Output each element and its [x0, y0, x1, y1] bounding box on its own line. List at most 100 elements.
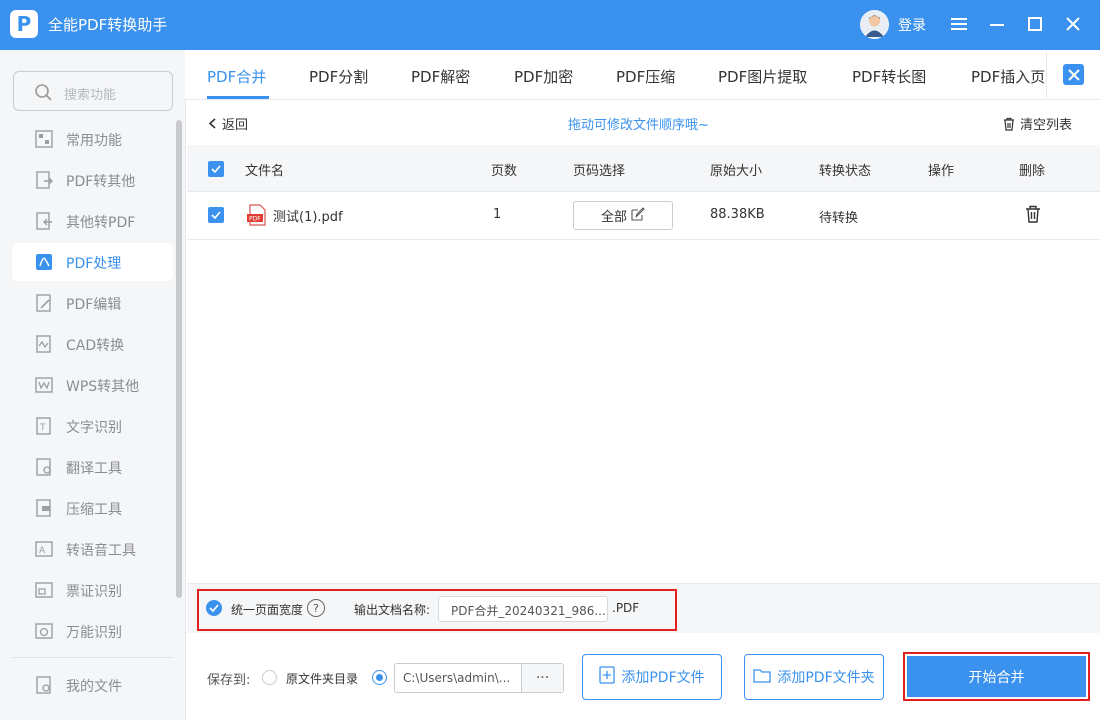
pdf-process-icon	[36, 254, 52, 270]
minimize-icon[interactable]	[986, 13, 1008, 35]
content-divider	[185, 100, 186, 720]
close-icon[interactable]	[1062, 13, 1084, 35]
sidebar-item-label: 其他转PDF	[66, 215, 136, 231]
output-name-input[interactable]: PDF合并_20240321_986...	[438, 596, 608, 622]
svg-text:T: T	[39, 423, 46, 433]
add-file-icon	[599, 666, 616, 688]
file-status: 待转换	[819, 211, 859, 226]
svg-text:A: A	[39, 546, 46, 556]
help-icon[interactable]: ?	[307, 599, 325, 617]
sidebar-item-label: WPS转其他	[66, 379, 140, 395]
sidebar-item-translate[interactable]: 翻译工具	[12, 448, 173, 486]
folder-icon	[753, 667, 772, 687]
maximize-icon[interactable]	[1024, 13, 1046, 35]
sidebar-item-ticket[interactable]: 票证识别	[12, 571, 173, 609]
search-placeholder: 搜索功能	[64, 88, 117, 103]
page-range-label: 全部	[600, 210, 627, 225]
tab-pdf-insert-page[interactable]: PDF插入页	[971, 66, 1045, 87]
voice-icon: A	[35, 541, 53, 557]
back-label: 返回	[222, 118, 249, 133]
avatar[interactable]	[860, 10, 889, 39]
sidebar-item-common[interactable]: 常用功能	[12, 120, 173, 158]
my-files-icon	[36, 676, 51, 694]
tab-pdf-image-extract[interactable]: PDF图片提取	[718, 66, 807, 87]
translate-icon	[36, 458, 51, 476]
title-bar: P 全能PDF转换助手 登录	[0, 0, 1100, 50]
header-action: 操作	[928, 164, 955, 179]
sidebar-item-label: 文字识别	[66, 420, 122, 436]
pdf-import-icon	[36, 212, 52, 230]
universal-recognize-icon	[35, 623, 53, 639]
unify-width-checkbox[interactable]	[206, 600, 222, 616]
sidebar-item-cad[interactable]: CAD转换	[12, 325, 173, 363]
add-pdf-file-button[interactable]: 添加PDF文件	[582, 654, 722, 700]
sidebar-item-label: 万能识别	[66, 625, 122, 641]
row-checkbox[interactable]	[208, 207, 224, 223]
add-pdf-file-label: 添加PDF文件	[621, 670, 705, 686]
tab-close-icon[interactable]	[1063, 64, 1084, 85]
sidebar-item-label: 压缩工具	[66, 502, 122, 518]
tab-pdf-split[interactable]: PDF分割	[309, 66, 368, 87]
sidebar-item-label: 翻译工具	[66, 461, 122, 477]
sidebar-divider	[12, 657, 173, 658]
save-path-field[interactable]: C:\Users\admin\... ···	[394, 663, 564, 693]
ocr-icon: T	[36, 417, 51, 435]
sidebar-item-voice[interactable]: A 转语音工具	[12, 530, 173, 568]
start-merge-button[interactable]: 开始合并	[907, 656, 1086, 697]
sidebar-item-wps[interactable]: WPS转其他	[12, 366, 173, 404]
ticket-icon	[35, 582, 53, 598]
orig-dir-label: 原文件夹目录	[286, 672, 359, 686]
zip-icon	[36, 499, 51, 517]
pdf-export-icon	[36, 171, 53, 189]
pdf-file-icon: PDF	[247, 204, 267, 226]
sidebar-item-pdf-process[interactable]: PDF处理	[12, 243, 173, 281]
active-tab-indicator	[207, 96, 269, 99]
tab-bar: PDF合并 PDF分割 PDF解密 PDF加密 PDF压缩 PDF图片提取 PD…	[185, 50, 1100, 100]
clear-list-button[interactable]: 清空列表	[1002, 114, 1072, 135]
sidebar-item-label: PDF转其他	[66, 174, 136, 190]
tab-pdf-compress[interactable]: PDF压缩	[616, 66, 675, 87]
custom-dir-radio[interactable]	[372, 670, 387, 685]
search-icon	[35, 84, 52, 101]
pdf-edit-icon	[36, 294, 51, 312]
sidebar-item-label: CAD转换	[66, 338, 125, 354]
clear-list-label: 清空列表	[1020, 118, 1073, 133]
sidebar-item-pdf-to-other[interactable]: PDF转其他	[12, 161, 173, 199]
menu-icon[interactable]	[948, 13, 970, 35]
add-pdf-folder-button[interactable]: 添加PDF文件夹	[744, 654, 884, 700]
orig-dir-radio[interactable]	[262, 670, 277, 685]
header-size: 原始大小	[710, 164, 763, 179]
page-range-button[interactable]: 全部	[573, 201, 673, 230]
cad-icon	[36, 335, 51, 353]
sidebar-scrollbar[interactable]	[176, 120, 182, 598]
browse-button[interactable]: ···	[521, 664, 563, 692]
sidebar: 搜索功能 常用功能 PDF转其他 其他转PDF PDF处理 PDF编辑 CAD转…	[0, 50, 185, 720]
tab-pdf-decrypt[interactable]: PDF解密	[411, 66, 470, 87]
sidebar-item-zip[interactable]: 压缩工具	[12, 489, 173, 527]
sidebar-item-my-files[interactable]: 我的文件	[12, 666, 173, 704]
file-name: 测试(1).pdf	[273, 210, 343, 225]
sidebar-item-label: 票证识别	[66, 584, 122, 600]
sidebar-item-universal[interactable]: 万能识别	[12, 612, 173, 650]
chevron-left-icon	[208, 118, 216, 133]
header-pages: 页数	[491, 164, 518, 179]
delete-icon[interactable]	[1025, 205, 1041, 227]
sidebar-item-label: PDF编辑	[66, 297, 122, 313]
sidebar-item-label: PDF处理	[66, 256, 122, 272]
sidebar-item-ocr[interactable]: T 文字识别	[12, 407, 173, 445]
tab-pdf-long-image[interactable]: PDF转长图	[852, 66, 926, 87]
header-filename: 文件名	[245, 164, 285, 179]
login-link[interactable]: 登录	[898, 15, 926, 35]
table-header: 文件名 页数 页码选择 原始大小 转换状态 操作 删除	[187, 145, 1100, 192]
select-all-checkbox[interactable]	[208, 161, 224, 177]
tab-pdf-merge[interactable]: PDF合并	[207, 66, 266, 87]
edit-icon	[631, 206, 645, 225]
sidebar-item-pdf-edit[interactable]: PDF编辑	[12, 284, 173, 322]
sidebar-item-other-to-pdf[interactable]: 其他转PDF	[12, 202, 173, 240]
save-to-label: 保存到:	[207, 673, 251, 688]
back-button[interactable]: 返回	[208, 114, 248, 133]
tab-pdf-encrypt[interactable]: PDF加密	[514, 66, 573, 87]
star-grid-icon	[35, 130, 53, 148]
output-name-label: 输出文档名称:	[354, 603, 431, 617]
search-input[interactable]: 搜索功能	[13, 71, 173, 111]
